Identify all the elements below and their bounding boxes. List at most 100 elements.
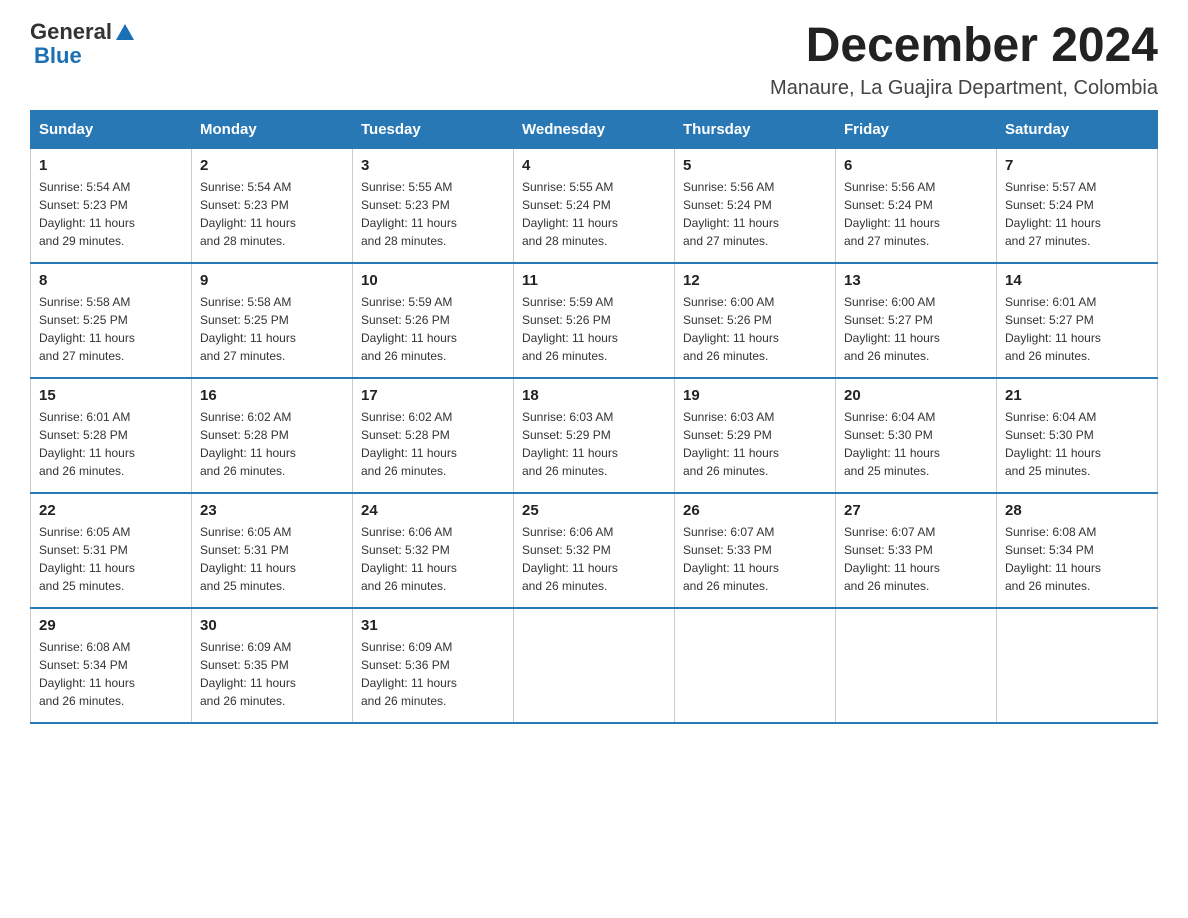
table-row: 11 Sunrise: 5:59 AM Sunset: 5:26 PM Dayl…: [514, 263, 675, 378]
day-number: 13: [844, 272, 988, 289]
table-row: 8 Sunrise: 5:58 AM Sunset: 5:25 PM Dayli…: [31, 263, 192, 378]
location-subtitle: Manaure, La Guajira Department, Colombia: [770, 77, 1158, 100]
col-friday: Friday: [836, 110, 997, 148]
day-number: 3: [361, 157, 505, 174]
day-info: Sunrise: 5:57 AM Sunset: 5:24 PM Dayligh…: [1005, 178, 1149, 250]
table-row: 4 Sunrise: 5:55 AM Sunset: 5:24 PM Dayli…: [514, 148, 675, 263]
day-number: 31: [361, 617, 505, 634]
table-row: 5 Sunrise: 5:56 AM Sunset: 5:24 PM Dayli…: [675, 148, 836, 263]
day-info: Sunrise: 6:03 AM Sunset: 5:29 PM Dayligh…: [522, 408, 666, 480]
table-row: 30 Sunrise: 6:09 AM Sunset: 5:35 PM Dayl…: [192, 608, 353, 723]
day-info: Sunrise: 6:07 AM Sunset: 5:33 PM Dayligh…: [844, 523, 988, 595]
day-number: 15: [39, 387, 183, 404]
table-row: [997, 608, 1158, 723]
table-row: 17 Sunrise: 6:02 AM Sunset: 5:28 PM Dayl…: [353, 378, 514, 493]
day-info: Sunrise: 6:02 AM Sunset: 5:28 PM Dayligh…: [200, 408, 344, 480]
table-row: [675, 608, 836, 723]
table-row: 3 Sunrise: 5:55 AM Sunset: 5:23 PM Dayli…: [353, 148, 514, 263]
table-row: 15 Sunrise: 6:01 AM Sunset: 5:28 PM Dayl…: [31, 378, 192, 493]
calendar-week-row: 15 Sunrise: 6:01 AM Sunset: 5:28 PM Dayl…: [31, 378, 1158, 493]
calendar-table: Sunday Monday Tuesday Wednesday Thursday…: [30, 110, 1158, 724]
col-wednesday: Wednesday: [514, 110, 675, 148]
col-monday: Monday: [192, 110, 353, 148]
day-number: 12: [683, 272, 827, 289]
day-number: 1: [39, 157, 183, 174]
calendar-week-row: 1 Sunrise: 5:54 AM Sunset: 5:23 PM Dayli…: [31, 148, 1158, 263]
day-info: Sunrise: 6:05 AM Sunset: 5:31 PM Dayligh…: [39, 523, 183, 595]
col-saturday: Saturday: [997, 110, 1158, 148]
table-row: 14 Sunrise: 6:01 AM Sunset: 5:27 PM Dayl…: [997, 263, 1158, 378]
day-info: Sunrise: 6:09 AM Sunset: 5:36 PM Dayligh…: [361, 638, 505, 710]
day-info: Sunrise: 5:55 AM Sunset: 5:23 PM Dayligh…: [361, 178, 505, 250]
day-number: 22: [39, 502, 183, 519]
day-info: Sunrise: 6:06 AM Sunset: 5:32 PM Dayligh…: [522, 523, 666, 595]
day-number: 29: [39, 617, 183, 634]
table-row: 6 Sunrise: 5:56 AM Sunset: 5:24 PM Dayli…: [836, 148, 997, 263]
day-info: Sunrise: 5:56 AM Sunset: 5:24 PM Dayligh…: [844, 178, 988, 250]
day-number: 23: [200, 502, 344, 519]
logo-general: General: [30, 20, 112, 44]
day-info: Sunrise: 6:07 AM Sunset: 5:33 PM Dayligh…: [683, 523, 827, 595]
table-row: 7 Sunrise: 5:57 AM Sunset: 5:24 PM Dayli…: [997, 148, 1158, 263]
table-row: 31 Sunrise: 6:09 AM Sunset: 5:36 PM Dayl…: [353, 608, 514, 723]
calendar-week-row: 29 Sunrise: 6:08 AM Sunset: 5:34 PM Dayl…: [31, 608, 1158, 723]
day-number: 8: [39, 272, 183, 289]
col-thursday: Thursday: [675, 110, 836, 148]
day-number: 26: [683, 502, 827, 519]
table-row: 24 Sunrise: 6:06 AM Sunset: 5:32 PM Dayl…: [353, 493, 514, 608]
day-number: 30: [200, 617, 344, 634]
day-number: 5: [683, 157, 827, 174]
table-row: 28 Sunrise: 6:08 AM Sunset: 5:34 PM Dayl…: [997, 493, 1158, 608]
table-row: 27 Sunrise: 6:07 AM Sunset: 5:33 PM Dayl…: [836, 493, 997, 608]
day-info: Sunrise: 6:08 AM Sunset: 5:34 PM Dayligh…: [39, 638, 183, 710]
day-info: Sunrise: 6:01 AM Sunset: 5:27 PM Dayligh…: [1005, 293, 1149, 365]
day-number: 20: [844, 387, 988, 404]
day-info: Sunrise: 6:08 AM Sunset: 5:34 PM Dayligh…: [1005, 523, 1149, 595]
table-row: 16 Sunrise: 6:02 AM Sunset: 5:28 PM Dayl…: [192, 378, 353, 493]
table-row: [514, 608, 675, 723]
table-row: 1 Sunrise: 5:54 AM Sunset: 5:23 PM Dayli…: [31, 148, 192, 263]
col-tuesday: Tuesday: [353, 110, 514, 148]
day-info: Sunrise: 6:02 AM Sunset: 5:28 PM Dayligh…: [361, 408, 505, 480]
day-info: Sunrise: 6:04 AM Sunset: 5:30 PM Dayligh…: [844, 408, 988, 480]
calendar-header-row: Sunday Monday Tuesday Wednesday Thursday…: [31, 110, 1158, 148]
title-block: December 2024 Manaure, La Guajira Depart…: [770, 20, 1158, 100]
day-number: 9: [200, 272, 344, 289]
day-number: 24: [361, 502, 505, 519]
day-info: Sunrise: 5:55 AM Sunset: 5:24 PM Dayligh…: [522, 178, 666, 250]
table-row: 2 Sunrise: 5:54 AM Sunset: 5:23 PM Dayli…: [192, 148, 353, 263]
day-info: Sunrise: 6:00 AM Sunset: 5:27 PM Dayligh…: [844, 293, 988, 365]
day-info: Sunrise: 5:59 AM Sunset: 5:26 PM Dayligh…: [361, 293, 505, 365]
day-number: 2: [200, 157, 344, 174]
day-info: Sunrise: 6:04 AM Sunset: 5:30 PM Dayligh…: [1005, 408, 1149, 480]
page-header: General Blue December 2024 Manaure, La G…: [30, 20, 1158, 100]
calendar-week-row: 22 Sunrise: 6:05 AM Sunset: 5:31 PM Dayl…: [31, 493, 1158, 608]
logo-triangle-icon: [114, 22, 136, 44]
logo-blue: Blue: [34, 44, 136, 68]
day-info: Sunrise: 6:06 AM Sunset: 5:32 PM Dayligh…: [361, 523, 505, 595]
day-number: 11: [522, 272, 666, 289]
day-info: Sunrise: 5:59 AM Sunset: 5:26 PM Dayligh…: [522, 293, 666, 365]
logo: General Blue: [30, 20, 136, 68]
table-row: 21 Sunrise: 6:04 AM Sunset: 5:30 PM Dayl…: [997, 378, 1158, 493]
day-number: 27: [844, 502, 988, 519]
day-number: 28: [1005, 502, 1149, 519]
day-number: 19: [683, 387, 827, 404]
table-row: 29 Sunrise: 6:08 AM Sunset: 5:34 PM Dayl…: [31, 608, 192, 723]
day-info: Sunrise: 6:09 AM Sunset: 5:35 PM Dayligh…: [200, 638, 344, 710]
month-title: December 2024: [770, 20, 1158, 73]
day-info: Sunrise: 5:56 AM Sunset: 5:24 PM Dayligh…: [683, 178, 827, 250]
day-number: 10: [361, 272, 505, 289]
day-info: Sunrise: 6:00 AM Sunset: 5:26 PM Dayligh…: [683, 293, 827, 365]
table-row: 19 Sunrise: 6:03 AM Sunset: 5:29 PM Dayl…: [675, 378, 836, 493]
day-number: 14: [1005, 272, 1149, 289]
table-row: 13 Sunrise: 6:00 AM Sunset: 5:27 PM Dayl…: [836, 263, 997, 378]
table-row: 25 Sunrise: 6:06 AM Sunset: 5:32 PM Dayl…: [514, 493, 675, 608]
table-row: 18 Sunrise: 6:03 AM Sunset: 5:29 PM Dayl…: [514, 378, 675, 493]
day-number: 7: [1005, 157, 1149, 174]
day-number: 21: [1005, 387, 1149, 404]
day-info: Sunrise: 5:54 AM Sunset: 5:23 PM Dayligh…: [200, 178, 344, 250]
calendar-week-row: 8 Sunrise: 5:58 AM Sunset: 5:25 PM Dayli…: [31, 263, 1158, 378]
day-info: Sunrise: 5:58 AM Sunset: 5:25 PM Dayligh…: [200, 293, 344, 365]
table-row: 9 Sunrise: 5:58 AM Sunset: 5:25 PM Dayli…: [192, 263, 353, 378]
